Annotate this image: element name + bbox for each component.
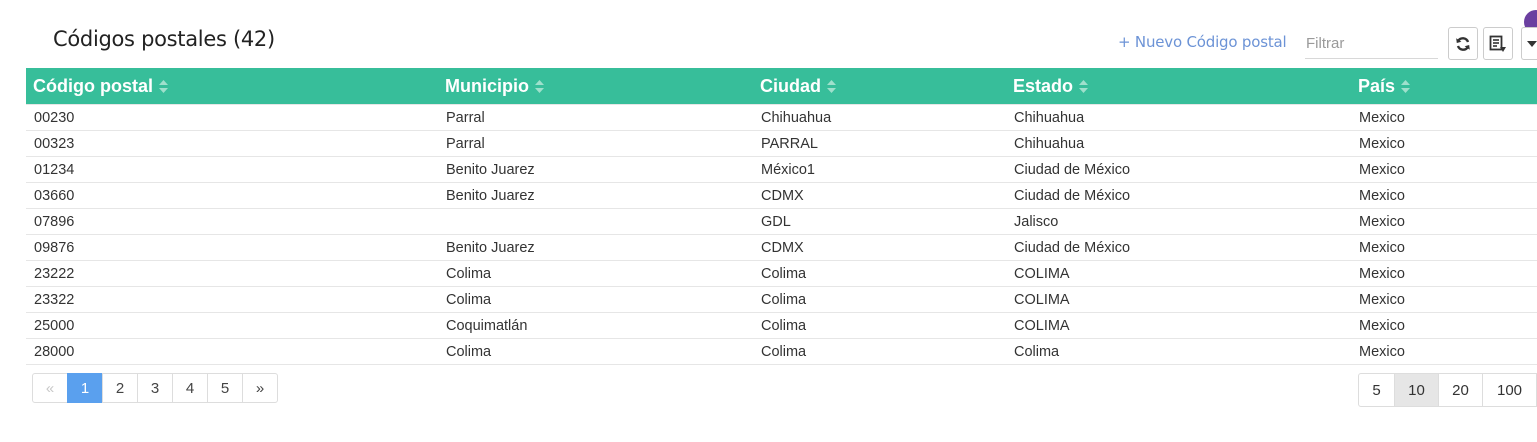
- cell-codigo-postal: 03660: [26, 182, 438, 209]
- cell-pais: Mexico: [1351, 234, 1537, 261]
- cell-ciudad: GDL: [753, 208, 1006, 235]
- cell-estado: Jalisco: [1006, 208, 1351, 235]
- cell-municipio: Colima: [438, 260, 753, 287]
- table-header-row: Código postal Municipio Ciudad Estado Pa…: [26, 68, 1537, 105]
- cell-codigo-postal: 25000: [26, 312, 438, 339]
- table-row[interactable]: 23222 Colima Colima COLIMA Mexico: [26, 260, 1537, 287]
- column-header-ciudad[interactable]: Ciudad: [753, 68, 1006, 105]
- cell-estado: Colima: [1006, 338, 1351, 365]
- cell-estado: Ciudad de México: [1006, 182, 1351, 209]
- table-row[interactable]: 23322 Colima Colima COLIMA Mexico: [26, 286, 1537, 313]
- page-title: Códigos postales (42): [53, 27, 275, 51]
- table-row[interactable]: 09876 Benito Juarez CDMX Ciudad de México Me…: [26, 234, 1537, 261]
- cell-municipio: Benito Juarez: [438, 182, 753, 209]
- cell-pais: Mexico: [1351, 338, 1537, 365]
- new-postal-code-link[interactable]: + Nuevo Código postal: [1118, 33, 1287, 51]
- sort-icon: [159, 80, 168, 94]
- cell-municipio: Parral: [438, 104, 753, 131]
- page-3[interactable]: 3: [137, 373, 173, 403]
- page-size-selector: 5 10 20 100: [1358, 373, 1537, 407]
- next-page-button[interactable]: »: [242, 373, 278, 403]
- column-header-municipio[interactable]: Municipio: [438, 68, 753, 105]
- cell-codigo-postal: 07896: [26, 208, 438, 235]
- column-header-pais[interactable]: País: [1351, 68, 1537, 105]
- cell-codigo-postal: 09876: [26, 234, 438, 261]
- cell-estado: Chihuahua: [1006, 130, 1351, 157]
- chevron-down-icon: [1526, 40, 1537, 47]
- page-2[interactable]: 2: [102, 373, 138, 403]
- page-size-20[interactable]: 20: [1438, 373, 1483, 407]
- column-header-estado[interactable]: Estado: [1006, 68, 1351, 105]
- page-5[interactable]: 5: [207, 373, 243, 403]
- cell-ciudad: Colima: [753, 260, 1006, 287]
- table-row[interactable]: 07896 GDL Jalisco Mexico: [26, 208, 1537, 235]
- cell-pais: Mexico: [1351, 208, 1537, 235]
- cell-pais: Mexico: [1351, 156, 1537, 183]
- previous-page-button[interactable]: «: [32, 373, 68, 403]
- page-4[interactable]: 4: [172, 373, 208, 403]
- export-icon: [1489, 35, 1506, 52]
- table-row[interactable]: 28000 Colima Colima Colima Mexico: [26, 338, 1537, 365]
- cell-codigo-postal: 23322: [26, 286, 438, 313]
- table-row[interactable]: 25000 Coquimatlán Colima COLIMA Mexico: [26, 312, 1537, 339]
- column-header-codigo-postal[interactable]: Código postal: [26, 68, 438, 105]
- table-row[interactable]: 00230 Parral Chihuahua Chihuahua Mexico: [26, 104, 1537, 131]
- cell-municipio: Benito Juarez: [438, 156, 753, 183]
- cell-pais: Mexico: [1351, 130, 1537, 157]
- cell-ciudad: Colima: [753, 338, 1006, 365]
- cell-pais: Mexico: [1351, 104, 1537, 131]
- cell-ciudad: CDMX: [753, 234, 1006, 261]
- cell-pais: Mexico: [1351, 260, 1537, 287]
- table-body: 00230 Parral Chihuahua Chihuahua Mexico 00323…: [26, 104, 1537, 365]
- cell-estado: COLIMA: [1006, 312, 1351, 339]
- cell-ciudad: Colima: [753, 312, 1006, 339]
- page-size-100[interactable]: 100: [1482, 373, 1537, 407]
- cell-municipio: [438, 208, 753, 235]
- cell-estado: Chihuahua: [1006, 104, 1351, 131]
- cell-ciudad: Chihuahua: [753, 104, 1006, 131]
- cell-estado: COLIMA: [1006, 286, 1351, 313]
- cell-municipio: Colima: [438, 286, 753, 313]
- cell-municipio: Coquimatlán: [438, 312, 753, 339]
- page-1[interactable]: 1: [67, 373, 103, 403]
- cell-municipio: Parral: [438, 130, 753, 157]
- cell-ciudad: CDMX: [753, 182, 1006, 209]
- cell-pais: Mexico: [1351, 286, 1537, 313]
- postal-codes-table: Código postal Municipio Ciudad Estado Pa…: [26, 68, 1537, 365]
- cell-ciudad: PARRAL: [753, 130, 1006, 157]
- sort-icon: [1079, 80, 1089, 94]
- table-row[interactable]: 03660 Benito Juarez CDMX Ciudad de México Me…: [26, 182, 1537, 209]
- cell-municipio: Benito Juarez: [438, 234, 753, 261]
- refresh-button[interactable]: [1448, 27, 1478, 60]
- cell-codigo-postal: 01234: [26, 156, 438, 183]
- page-size-10[interactable]: 10: [1394, 373, 1439, 407]
- cell-pais: Mexico: [1351, 182, 1537, 209]
- cell-codigo-postal: 23222: [26, 260, 438, 287]
- sort-icon: [827, 80, 836, 94]
- cell-codigo-postal: 00323: [26, 130, 438, 157]
- cell-codigo-postal: 00230: [26, 104, 438, 131]
- more-options-button[interactable]: [1521, 27, 1537, 60]
- page-size-5[interactable]: 5: [1358, 373, 1395, 407]
- pagination: «1 2 3 4 5»: [32, 373, 278, 403]
- cell-ciudad: México1: [753, 156, 1006, 183]
- filter-input[interactable]: [1305, 29, 1438, 59]
- cell-pais: Mexico: [1351, 312, 1537, 339]
- sort-icon: [535, 80, 544, 94]
- refresh-icon: [1456, 36, 1470, 51]
- cell-estado: Ciudad de México: [1006, 234, 1351, 261]
- table-row[interactable]: 00323 Parral PARRAL Chihuahua Mexico: [26, 130, 1537, 157]
- cell-ciudad: Colima: [753, 286, 1006, 313]
- cell-estado: Ciudad de México: [1006, 156, 1351, 183]
- table-row[interactable]: 01234 Benito Juarez México1 Ciudad de Méxic…: [26, 156, 1537, 183]
- cell-estado: COLIMA: [1006, 260, 1351, 287]
- export-button[interactable]: [1483, 27, 1513, 60]
- cell-municipio: Colima: [438, 338, 753, 365]
- cell-codigo-postal: 28000: [26, 338, 438, 365]
- sort-icon: [1401, 80, 1411, 94]
